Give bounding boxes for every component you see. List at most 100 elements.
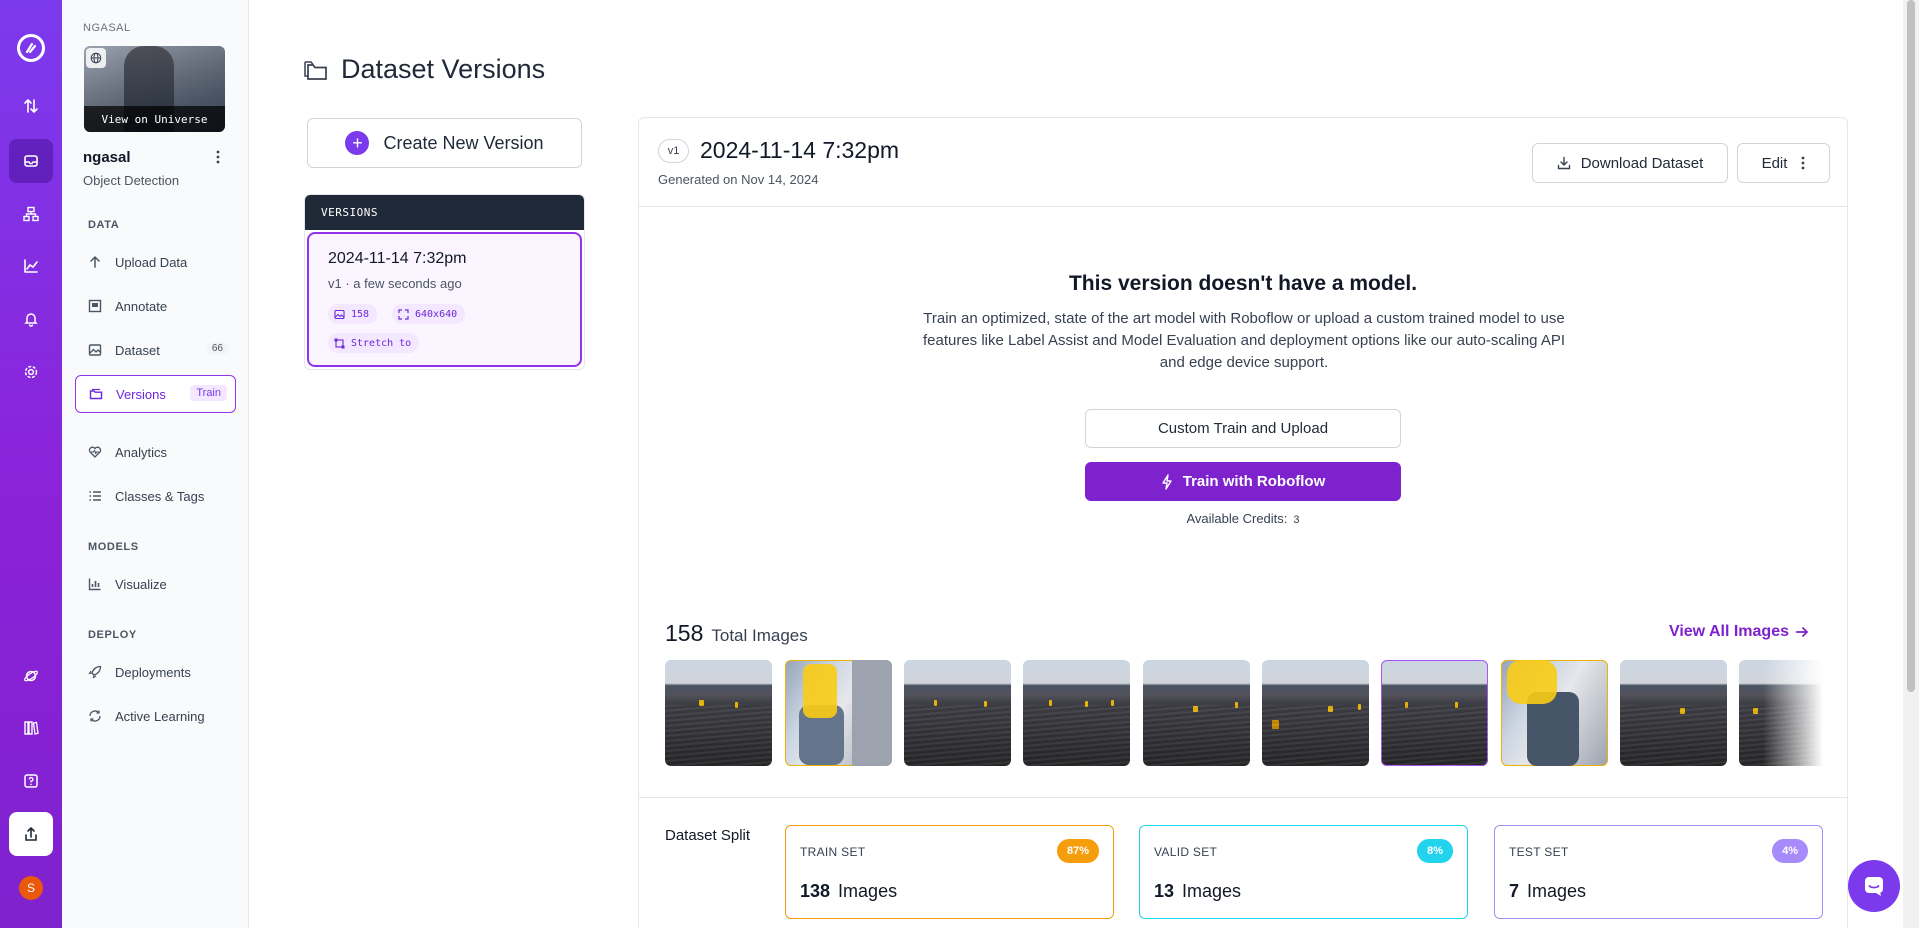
create-new-version-label: Create New Version [383,132,544,153]
split-count: 7 Images [1509,881,1586,902]
bar-chart-icon [87,576,103,592]
image-icon [87,342,103,358]
rocket-icon [87,664,103,680]
upload-icon[interactable] [9,812,53,856]
scrollbar-thumb[interactable] [1907,0,1915,692]
version-detail-header: v1 2024-11-14 7:32pm Generated on Nov 14… [639,118,1847,207]
split-name: VALID SET [1154,845,1218,859]
image-size-chip: 640x640 [392,304,466,324]
project-name: ngasal [83,149,131,166]
sidebar-item-active-learning[interactable]: Active Learning [75,697,236,735]
help-icon[interactable] [9,759,53,803]
custom-train-upload-label: Custom Train and Upload [1157,420,1329,437]
split-count-value: 138 [800,881,831,901]
sidebar-item-label: Versions [116,386,166,402]
generated-date: Generated on Nov 14, 2024 [658,172,819,187]
sidebar-item-deployments[interactable]: Deployments [75,653,236,691]
sidebar-item-dataset[interactable]: Dataset 66 [75,331,236,369]
view-all-images-link[interactable]: View All Images [1669,623,1809,641]
heart-pulse-icon [87,444,103,460]
image-thumbnail-strip [665,660,1823,766]
dataset-count-badge: 66 [206,342,228,355]
universe-icon[interactable] [9,654,53,698]
more-vertical-icon [1801,156,1805,170]
section-heading-models: MODELS [88,541,139,553]
docs-icon[interactable] [9,706,53,750]
roboflow-logo-icon[interactable] [17,34,45,62]
page-scrollbar[interactable] [1903,0,1919,928]
sidebar-item-label: Analytics [115,444,168,460]
active-learning-icon [87,708,103,724]
split-percent-badge: 4% [1772,839,1808,863]
versions-list: VERSIONS 2024-11-14 7:32pm v1 · a few se… [304,194,585,370]
sidebar-item-annotate[interactable]: Annotate [75,287,236,325]
split-count-unit: Images [1182,881,1242,901]
list-icon [87,488,103,504]
train-badge: Train [190,385,227,401]
total-images: 158 Total Images [665,620,808,647]
gear-icon[interactable] [9,350,53,394]
projects-icon[interactable] [9,139,53,183]
view-all-images-label: View All Images [1668,623,1789,640]
sidebar-item-analytics[interactable]: Analytics [75,433,236,471]
strip-fade [1763,660,1823,766]
edit-label: Edit [1761,154,1788,172]
image-thumbnail[interactable] [1620,660,1727,766]
project-thumbnail[interactable]: View on Universe [84,46,225,132]
image-thumbnail[interactable] [1381,660,1488,766]
sidebar-item-label: Annotate [115,298,168,314]
chat-icon [1862,874,1886,898]
create-new-version-button[interactable]: + Create New Version [307,118,582,168]
versions-heading: VERSIONS [305,195,584,230]
download-dataset-button[interactable]: Download Dataset [1532,143,1728,183]
custom-train-upload-button[interactable]: Custom Train and Upload [1085,409,1401,448]
total-images-label: Total Images [711,626,808,645]
image-thumbnail[interactable] [785,660,892,766]
sidebar-item-upload-data[interactable]: Upload Data [75,243,236,281]
sidebar-item-visualize[interactable]: Visualize [75,565,236,603]
split-name: TRAIN SET [800,845,866,859]
dataset-split-label: Dataset Split [665,827,751,844]
chart-icon[interactable] [9,244,53,288]
image-thumbnail[interactable] [904,660,1011,766]
sidebar-item-versions[interactable]: Versions Train [75,375,236,413]
train-with-roboflow-button[interactable]: Train with Roboflow [1085,462,1401,501]
project-sidebar: NGASAL View on Universe ngasal Object De… [62,0,249,928]
folder-icon [303,59,329,81]
version-badge: v1 [658,139,689,163]
divider [639,797,1847,798]
sidebar-item-classes-tags[interactable]: Classes & Tags [75,477,236,515]
valid-set-card: VALID SET 8% 13 Images [1139,825,1468,919]
split-count-value: 13 [1154,881,1175,901]
image-thumbnail[interactable] [1143,660,1250,766]
page-title: Dataset Versions [341,54,546,84]
globe-icon [86,48,106,68]
image-icon [334,309,345,320]
transfer-icon[interactable] [9,84,53,128]
image-thumbnail[interactable] [665,660,772,766]
chat-support-button[interactable] [1848,860,1900,912]
version-detail-panel: v1 2024-11-14 7:32pm Generated on Nov 14… [638,117,1848,928]
edit-button[interactable]: Edit [1737,143,1830,183]
sidebar-item-label: Dataset [115,342,160,358]
view-on-universe-button[interactable]: View on Universe [84,106,225,132]
bell-icon[interactable] [9,297,53,341]
no-model-title: This version doesn't have a model. [1068,272,1418,295]
credits-label: Available Credits: [1186,511,1288,526]
version-card[interactable]: 2024-11-14 7:32pm v1 · a few seconds ago… [307,232,582,367]
sidebar-item-label: Upload Data [115,254,188,270]
user-avatar[interactable]: S [19,876,43,900]
image-thumbnail[interactable] [1501,660,1608,766]
credits-value: 3 [1293,514,1300,526]
section-heading-deploy: DEPLOY [88,629,137,641]
sidebar-item-label: Deployments [115,664,191,680]
download-icon [1557,156,1571,170]
split-percent-badge: 87% [1056,839,1099,863]
image-thumbnail[interactable] [1023,660,1130,766]
workflows-icon[interactable] [9,192,53,236]
image-thumbnail[interactable] [1262,660,1369,766]
image-count-value: 158 [351,308,370,320]
image-count-chip: 158 [328,304,378,324]
more-vertical-icon[interactable] [208,148,228,166]
train-set-card: TRAIN SET 87% 138 Images [785,825,1114,919]
